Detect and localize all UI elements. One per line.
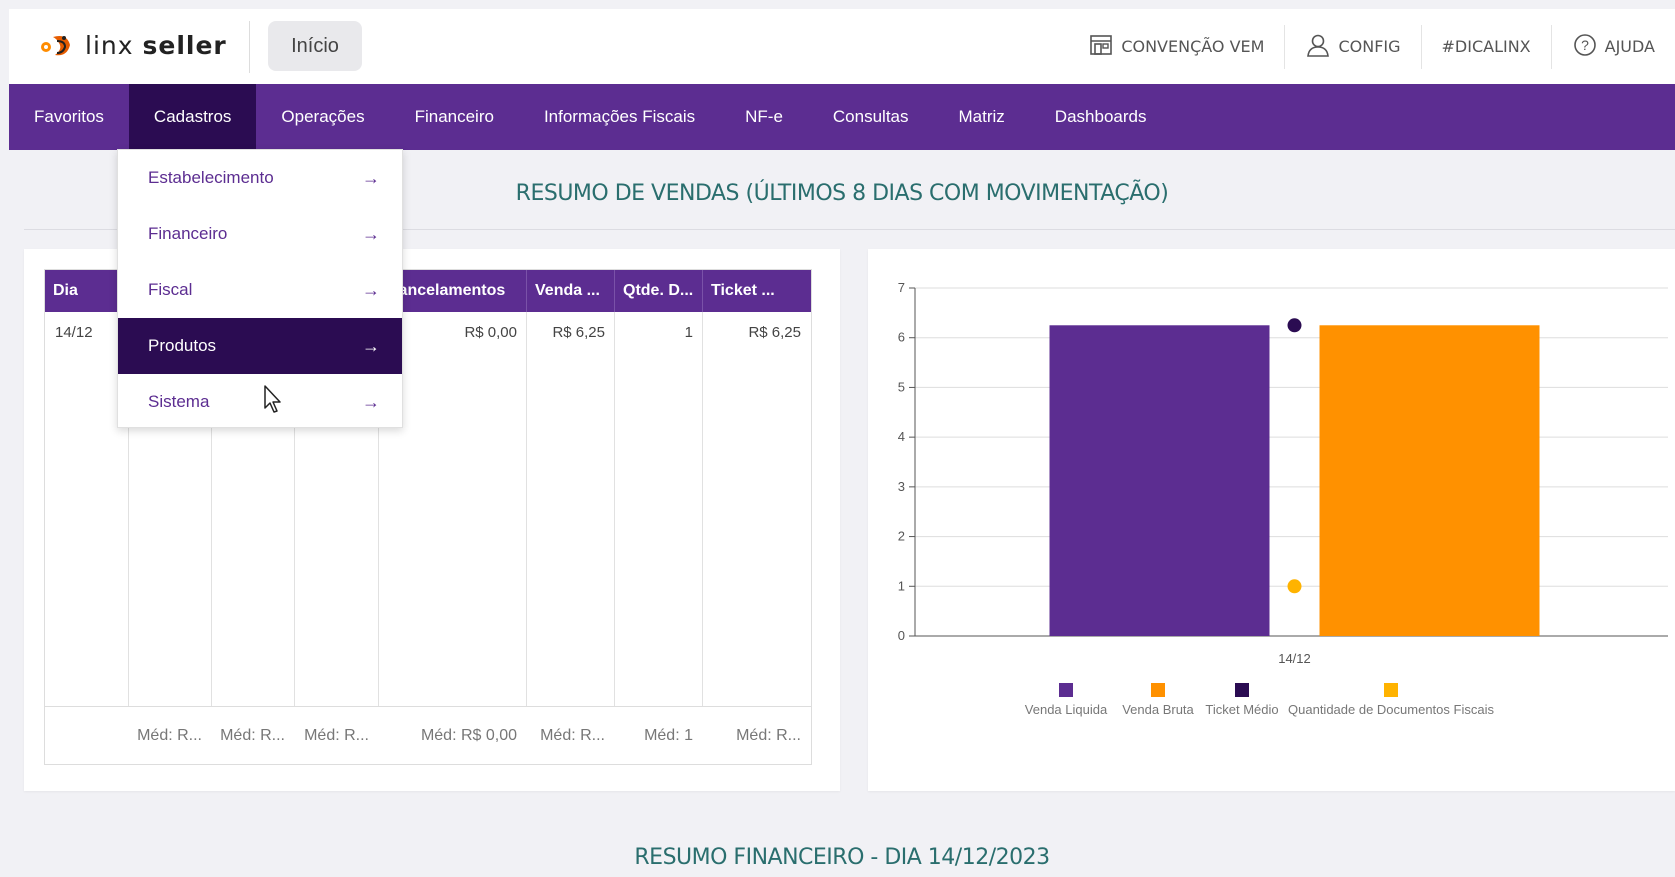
y-tick-label: 7 xyxy=(898,280,905,295)
logo-text-bold: seller xyxy=(142,30,227,60)
legend-label: Venda Bruta xyxy=(1122,702,1194,717)
dicalinx-link[interactable]: #DICALINX xyxy=(1420,24,1551,69)
dropdown-item-estabelecimento[interactable]: Estabelecimento → xyxy=(118,150,402,206)
footer-col-3: Méd: R... xyxy=(220,727,285,744)
cell-qtde-docs: 1 xyxy=(684,323,693,341)
dropdown-item-sistema[interactable]: Sistema → xyxy=(118,374,402,430)
y-tick-label: 5 xyxy=(898,379,905,394)
convencao-link[interactable]: CONVENÇÃO VEM xyxy=(1068,25,1284,69)
dropdown-item-produtos[interactable]: Produtos → xyxy=(118,318,402,374)
footer-venda: Méd: R... xyxy=(540,727,605,744)
y-tick-label: 6 xyxy=(898,330,905,345)
y-tick-label: 3 xyxy=(898,479,905,494)
arrow-right-icon: → xyxy=(362,223,380,244)
app-window: linx seller Início CONVENÇÃO VEM CONFIG … xyxy=(9,9,1675,877)
main-nav: Favoritos Cadastros Operações Financeiro… xyxy=(9,84,1675,150)
y-tick-label: 4 xyxy=(898,429,905,444)
header-divider xyxy=(249,21,250,73)
legend-label: Venda Liquida xyxy=(1025,702,1108,717)
legend-label: Ticket Médio xyxy=(1205,702,1278,717)
user-icon xyxy=(1305,32,1331,62)
legend-swatch xyxy=(1151,683,1165,697)
logo[interactable]: linx seller xyxy=(37,29,227,61)
top-links: CONVENÇÃO VEM CONFIG #DICALINX ? AJUDA xyxy=(1068,9,1675,84)
dropdown-item-label: Financeiro xyxy=(148,224,228,243)
help-label: AJUDA xyxy=(1604,37,1655,56)
legend-label: Quantidade de Documentos Fiscais xyxy=(1288,702,1494,717)
legend-swatch xyxy=(1059,683,1073,697)
y-tick-label: 0 xyxy=(898,628,905,643)
dropdown-item-fiscal[interactable]: Fiscal → xyxy=(118,262,402,318)
arrow-right-icon: → xyxy=(362,167,380,188)
home-button[interactable]: Início xyxy=(268,21,362,71)
nav-item-cadastros[interactable]: Cadastros xyxy=(128,84,257,150)
sales-chart-panel: 0 1 2 3 4 5 6 7 14/12 Venda Liquida Venda Bruta Tic… xyxy=(868,249,1675,791)
svg-text:?: ? xyxy=(1581,37,1589,53)
header-qtde-docs[interactable]: Qtde. D... xyxy=(615,270,703,312)
arrow-right-icon: → xyxy=(362,335,380,356)
cadastros-dropdown: Estabelecimento → Financeiro → Fiscal → … xyxy=(117,149,403,428)
legend-swatch xyxy=(1235,683,1249,697)
dropdown-item-financeiro[interactable]: Financeiro → xyxy=(118,206,402,262)
nav-item-matriz[interactable]: Matriz xyxy=(934,84,1030,150)
arrow-right-icon: → xyxy=(362,279,380,300)
footer-col-4: Méd: R... xyxy=(304,727,369,744)
point-quantidade-de-documentos-fiscais xyxy=(1287,579,1302,594)
store-icon xyxy=(1088,32,1114,62)
y-tick-label: 2 xyxy=(898,529,905,544)
cell-ticket: R$ 6,25 xyxy=(748,323,801,341)
legend-swatch xyxy=(1384,683,1398,697)
logo-text-light: linx xyxy=(85,30,143,60)
nav-item-informacoes-fiscais[interactable]: Informações Fiscais xyxy=(519,84,720,150)
config-label: CONFIG xyxy=(1338,37,1401,56)
y-tick-label: 1 xyxy=(898,578,905,593)
dropdown-item-label: Estabelecimento xyxy=(148,168,274,187)
financial-summary-title: RESUMO FINANCEIRO - DIA 14/12/2023 xyxy=(634,845,1050,870)
dropdown-item-label: Fiscal xyxy=(148,280,193,299)
nav-item-nfe[interactable]: NF-e xyxy=(720,84,808,150)
mouse-cursor-icon xyxy=(263,384,285,419)
sales-chart: 0 1 2 3 4 5 6 7 14/12 Venda Liquida Venda Bruta Tic… xyxy=(898,280,1668,717)
footer-qtde-docs: Méd: 1 xyxy=(644,727,693,744)
x-tick-label: 14/12 xyxy=(1278,651,1311,666)
header-ticket[interactable]: Ticket ... xyxy=(703,270,811,312)
config-link[interactable]: CONFIG xyxy=(1284,24,1420,69)
dicalinx-label: #DICALINX xyxy=(1441,37,1531,56)
header-venda[interactable]: Venda ... xyxy=(527,270,615,312)
footer-cancelamentos: Méd: R$ 0,00 xyxy=(420,727,517,744)
convencao-label: CONVENÇÃO VEM xyxy=(1121,37,1265,56)
logo-icon xyxy=(37,29,77,61)
nav-item-operacoes[interactable]: Operações xyxy=(256,84,389,150)
nav-item-dashboards[interactable]: Dashboards xyxy=(1030,84,1172,150)
arrow-right-icon: → xyxy=(362,391,380,412)
table-footer: Méd: R... Méd: R... Méd: R... Méd: R$ 0,… xyxy=(45,706,811,764)
dropdown-item-label: Sistema xyxy=(148,392,210,411)
nav-item-consultas[interactable]: Consultas xyxy=(808,84,934,150)
point-ticket-m-dio xyxy=(1287,318,1302,333)
help-link[interactable]: ? AJUDA xyxy=(1550,24,1675,69)
help-icon: ? xyxy=(1572,32,1598,62)
footer-ticket: Méd: R... xyxy=(736,727,801,744)
footer-col-2: Méd: R... xyxy=(137,727,202,744)
bar-venda-bruta xyxy=(1319,325,1540,636)
dropdown-item-label: Produtos xyxy=(148,336,217,355)
bar-venda-liquida xyxy=(1049,325,1270,636)
nav-item-financeiro[interactable]: Financeiro xyxy=(390,84,519,150)
nav-item-favoritos[interactable]: Favoritos xyxy=(9,84,129,150)
cell-venda: R$ 6,25 xyxy=(552,323,605,341)
top-bar: linx seller Início CONVENÇÃO VEM CONFIG … xyxy=(9,9,1675,84)
